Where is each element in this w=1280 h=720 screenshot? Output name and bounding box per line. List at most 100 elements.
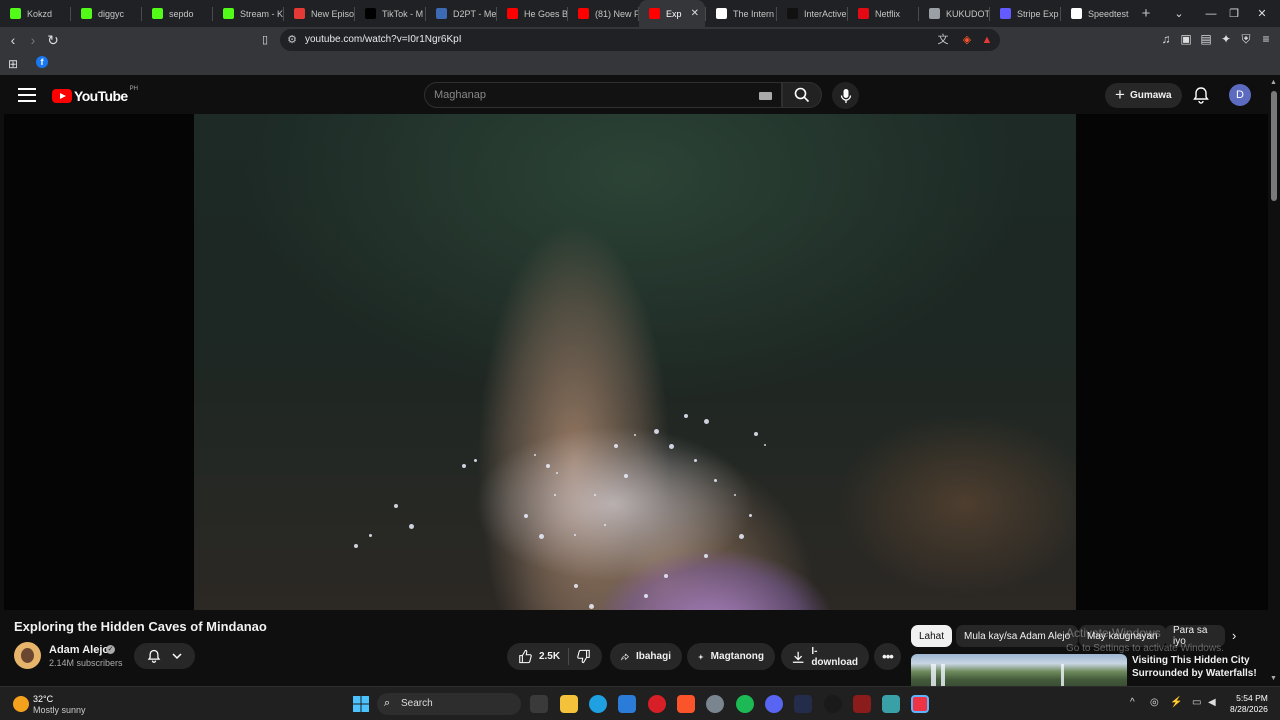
edge-icon[interactable] — [589, 695, 607, 713]
brave-rewards-icon[interactable]: ▲ — [980, 33, 994, 47]
browser-tab[interactable]: New Episo — [284, 0, 354, 27]
browser-tab[interactable]: diggyc — [71, 0, 141, 27]
opera-icon[interactable] — [648, 695, 666, 713]
tray-network-icon[interactable]: ⚡ — [1170, 697, 1182, 708]
back-icon[interactable]: ‹ — [4, 31, 22, 49]
browser-tab[interactable]: Stream - K — [213, 0, 283, 27]
discord-icon[interactable] — [765, 695, 783, 713]
notifications-bell-icon[interactable] — [1192, 86, 1210, 104]
vpn-icon[interactable]: ⛨ — [1238, 31, 1254, 47]
recommended-thumbnail[interactable] — [911, 654, 1127, 686]
menu-icon[interactable]: ≡ — [1258, 31, 1274, 47]
bookmarks-bar: ⊞ f — [0, 53, 1280, 75]
browser-tab[interactable]: TikTok - M — [355, 0, 425, 27]
video-player[interactable] — [4, 114, 1268, 610]
task-view-icon[interactable] — [530, 695, 548, 713]
sidebar-toggle-icon[interactable]: ▣ — [1178, 31, 1194, 47]
menu-hamburger-icon[interactable] — [18, 88, 36, 102]
browser-tab[interactable]: Netflix — [848, 0, 918, 27]
taskbar-clock[interactable]: 5:54 PM 8/28/2026 — [1230, 693, 1268, 715]
brave-icon[interactable] — [677, 695, 695, 713]
share-button[interactable]: Ibahagi — [610, 643, 682, 670]
file-explorer-icon[interactable] — [560, 695, 578, 713]
ask-button[interactable]: Magtanong — [687, 643, 775, 670]
browser-tab[interactable]: KUKUDOT — [919, 0, 989, 27]
page-scrollbar[interactable]: ▲ ▼ — [1268, 77, 1280, 686]
spotify-icon[interactable] — [736, 695, 754, 713]
apps-grid-icon[interactable]: ⊞ — [5, 56, 21, 72]
media-icon[interactable]: ♫ — [1158, 31, 1174, 47]
translate-icon[interactable]: 文 — [936, 33, 950, 47]
interactive-icon — [787, 8, 798, 19]
search-button[interactable] — [782, 82, 822, 108]
browser-tab[interactable]: The Intern — [706, 0, 776, 27]
like-icon[interactable] — [518, 649, 532, 664]
app-red-icon[interactable] — [853, 695, 871, 713]
taskbar-search[interactable]: ⌕ Search — [377, 693, 521, 715]
subscribed-button[interactable] — [134, 643, 195, 669]
browser-tab[interactable]: sepdo — [142, 0, 212, 27]
active-app-icon[interactable] — [911, 695, 929, 713]
channel-avatar[interactable] — [14, 642, 41, 669]
monitor-icon[interactable]: ▭ — [1192, 697, 1201, 708]
mic-icon — [840, 88, 851, 103]
leo-ai-icon[interactable]: ✦ — [1218, 31, 1234, 47]
water-splash — [644, 594, 648, 598]
chevron-right-icon[interactable]: › — [1232, 628, 1236, 643]
browser-tab[interactable]: InterActive — [777, 0, 847, 27]
browser-tab[interactable]: Speedtest — [1061, 0, 1131, 27]
youtube-icon — [507, 8, 518, 19]
browser-tab[interactable]: He Goes B — [497, 0, 567, 27]
dislike-icon[interactable] — [577, 649, 591, 664]
settings-icon[interactable] — [706, 695, 724, 713]
like-count[interactable]: 2.5K — [539, 651, 560, 662]
recommended-title[interactable]: Visiting This Hidden City Surrounded by … — [1132, 654, 1262, 680]
browser-tab[interactable]: Stripe Exp — [990, 0, 1060, 27]
keyboard-icon[interactable] — [759, 92, 772, 100]
windows-start-icon[interactable] — [352, 695, 370, 713]
brave-shields-icon[interactable]: ◈ — [960, 33, 974, 47]
water-splash — [594, 494, 596, 496]
facebook-icon[interactable]: f — [36, 56, 48, 68]
youtube-header: YouTube PH Maghanap + Gumawa D — [0, 77, 1268, 114]
scroll-down-arrow-icon[interactable]: ▼ — [1270, 675, 1277, 682]
vscode-icon[interactable] — [794, 695, 812, 713]
create-button[interactable]: + Gumawa — [1105, 83, 1182, 108]
tiktok-icon — [365, 8, 376, 19]
youtube-logo[interactable]: YouTube PH — [52, 86, 138, 104]
browser-tab[interactable]: (81) New F — [568, 0, 638, 27]
tray-chevron-icon[interactable]: ^ — [1130, 697, 1135, 708]
weather-sun-icon[interactable] — [13, 696, 29, 712]
reload-icon[interactable]: ↻ — [44, 31, 62, 49]
chip-from-channel[interactable]: Mula kay/sa Adam Alejo — [956, 625, 1079, 647]
scroll-up-arrow-icon[interactable]: ▲ — [1270, 79, 1277, 86]
tray-app-icon[interactable]: ◎ — [1150, 697, 1159, 708]
more-actions-button[interactable]: ••• — [874, 643, 901, 670]
obs-icon[interactable] — [824, 695, 842, 713]
channel-name[interactable]: Adam Alejo — [49, 644, 109, 656]
scrollbar-thumb[interactable] — [1271, 91, 1277, 201]
wallet-icon[interactable]: ▤ — [1198, 31, 1214, 47]
volume-icon[interactable]: ◀ — [1208, 697, 1216, 708]
account-avatar[interactable]: D — [1229, 84, 1251, 106]
browser-tab[interactable]: Kokzd — [0, 0, 70, 27]
water-splash — [664, 574, 668, 578]
browser-tab[interactable]: Exp ✕ — [639, 0, 705, 27]
browser-tab[interactable]: D2PT - Me — [426, 0, 496, 27]
weather-status[interactable]: Mostly sunny — [33, 705, 86, 715]
address-bar[interactable]: ⚙ youtube.com/watch?v=I0r1Ngr6KpI 文 ◈ ▲ — [280, 29, 1000, 51]
close-window-button[interactable]: ✕ — [1239, 0, 1280, 27]
download-button[interactable]: I-download — [781, 643, 869, 670]
close-tab-icon[interactable]: ✕ — [691, 8, 699, 19]
site-info-icon[interactable]: ⚙ — [285, 33, 299, 47]
video-frame[interactable] — [194, 114, 1076, 610]
weather-temp[interactable]: 32°C — [33, 694, 53, 704]
notepad-icon[interactable] — [882, 695, 900, 713]
water-splash — [749, 514, 752, 517]
chip-all[interactable]: Lahat — [911, 625, 953, 647]
store-icon[interactable] — [618, 695, 636, 713]
search-input[interactable]: Maghanap — [424, 82, 782, 108]
bookmark-icon[interactable]: ▯ — [256, 31, 274, 49]
voice-search-button[interactable] — [832, 82, 859, 109]
forward-icon[interactable]: › — [24, 31, 42, 49]
